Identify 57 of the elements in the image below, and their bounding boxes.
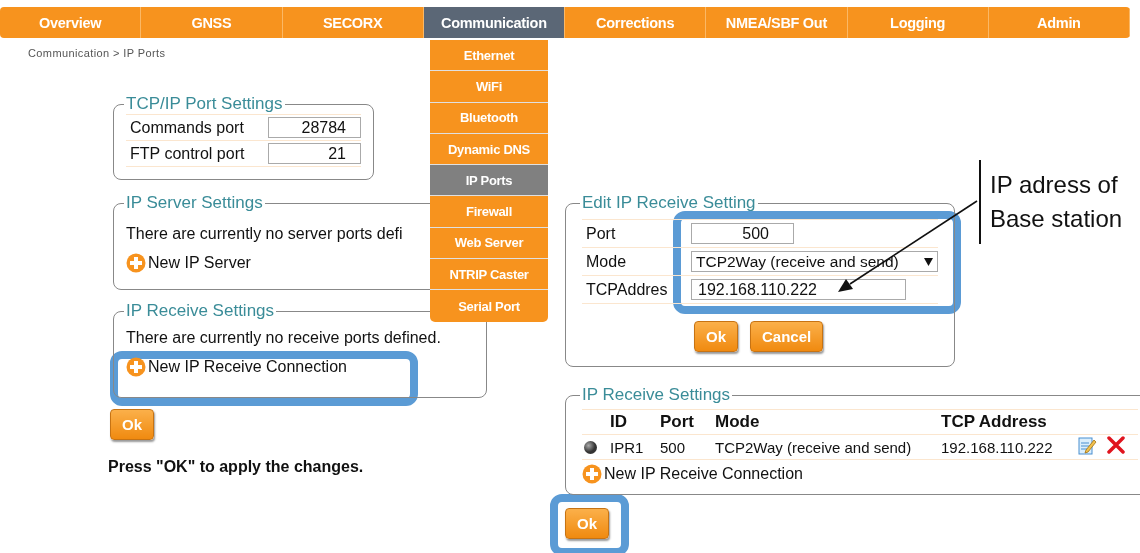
callout-text: IP adress of Base station xyxy=(990,170,1123,234)
column-header: Port xyxy=(660,411,695,433)
column-header: TCP Address xyxy=(941,411,1048,433)
menu-item[interactable]: NTRIP Caster xyxy=(430,259,548,291)
plus-icon xyxy=(126,253,146,273)
panel-title: IP Receive Settings xyxy=(125,301,276,321)
caret-icon xyxy=(924,257,933,266)
nav-tab[interactable]: Overview xyxy=(0,7,142,38)
message-text: There are currently no server ports defi xyxy=(126,225,403,243)
menu-item[interactable]: Web Server xyxy=(430,227,548,260)
nav-tab[interactable]: GNSS xyxy=(141,7,283,38)
nav-tab[interactable]: Corrections xyxy=(565,7,707,38)
input-field[interactable]: 500 xyxy=(691,223,794,244)
panel-title: TCP/IP Port Settings xyxy=(125,94,284,114)
breadcrumb: Communication > IP Ports xyxy=(28,47,166,59)
plus-icon xyxy=(126,357,146,377)
dialog-button[interactable]: Ok xyxy=(694,321,738,352)
menu-item[interactable]: Serial Port xyxy=(430,290,548,322)
add-link[interactable]: New IP Receive Connection xyxy=(126,357,347,377)
plus-icon xyxy=(582,464,602,484)
message-text: There are currently no receive ports defined. xyxy=(126,329,441,347)
nav-tab[interactable]: Communication xyxy=(423,7,565,38)
table-cell-text: 192.168.110.222 xyxy=(941,437,1054,458)
panel-title: IP Server Settings xyxy=(125,193,264,213)
status-icon xyxy=(584,440,597,454)
delete-icon[interactable] xyxy=(1107,436,1125,454)
column-header: ID xyxy=(610,411,628,433)
menu-item[interactable]: Ethernet xyxy=(430,40,548,72)
menu-item[interactable]: WiFi xyxy=(430,71,548,103)
input-field[interactable]: 192.168.110.222 xyxy=(691,279,906,300)
nav-tab[interactable]: NMEA/SBF Out xyxy=(706,7,848,38)
panel-title: Edit IP Receive Setting xyxy=(581,193,757,213)
table-cell-text: 500 xyxy=(660,437,687,458)
nav-tab[interactable]: SECORX xyxy=(282,7,424,38)
edit-icon[interactable] xyxy=(1077,435,1097,455)
column-header: Mode xyxy=(715,411,761,433)
menu-item[interactable]: Bluetooth xyxy=(430,102,548,134)
dialog-button[interactable]: Cancel xyxy=(750,321,824,352)
ok-button[interactable]: Ok xyxy=(565,508,609,539)
instruction-text: Press "OK" to apply the changes. xyxy=(108,458,364,476)
table-cell-text: IPR1 xyxy=(610,437,645,458)
add-link[interactable]: New IP Server xyxy=(126,253,251,273)
field-label: Commands port xyxy=(129,118,245,137)
menu-item[interactable]: IP Ports xyxy=(430,165,548,197)
field-label: Port xyxy=(585,224,617,243)
input-field[interactable]: 28784 xyxy=(268,117,361,138)
field-label: TCPAddres xyxy=(585,280,669,299)
table-cell-text: TCP2Way (receive and send) xyxy=(715,437,913,458)
panel-title: IP Receive Settings xyxy=(581,385,732,405)
field-label: FTP control port xyxy=(129,144,246,163)
nav-tab[interactable]: Logging xyxy=(847,7,989,38)
input-field[interactable]: 21 xyxy=(268,143,361,164)
add-link[interactable]: New IP Receive Connection xyxy=(582,464,803,484)
menu-item[interactable]: Firewall xyxy=(430,196,548,228)
nav-tab[interactable]: Admin xyxy=(988,7,1130,38)
ok-button[interactable]: Ok xyxy=(110,409,154,440)
field-label: Mode xyxy=(585,252,628,271)
